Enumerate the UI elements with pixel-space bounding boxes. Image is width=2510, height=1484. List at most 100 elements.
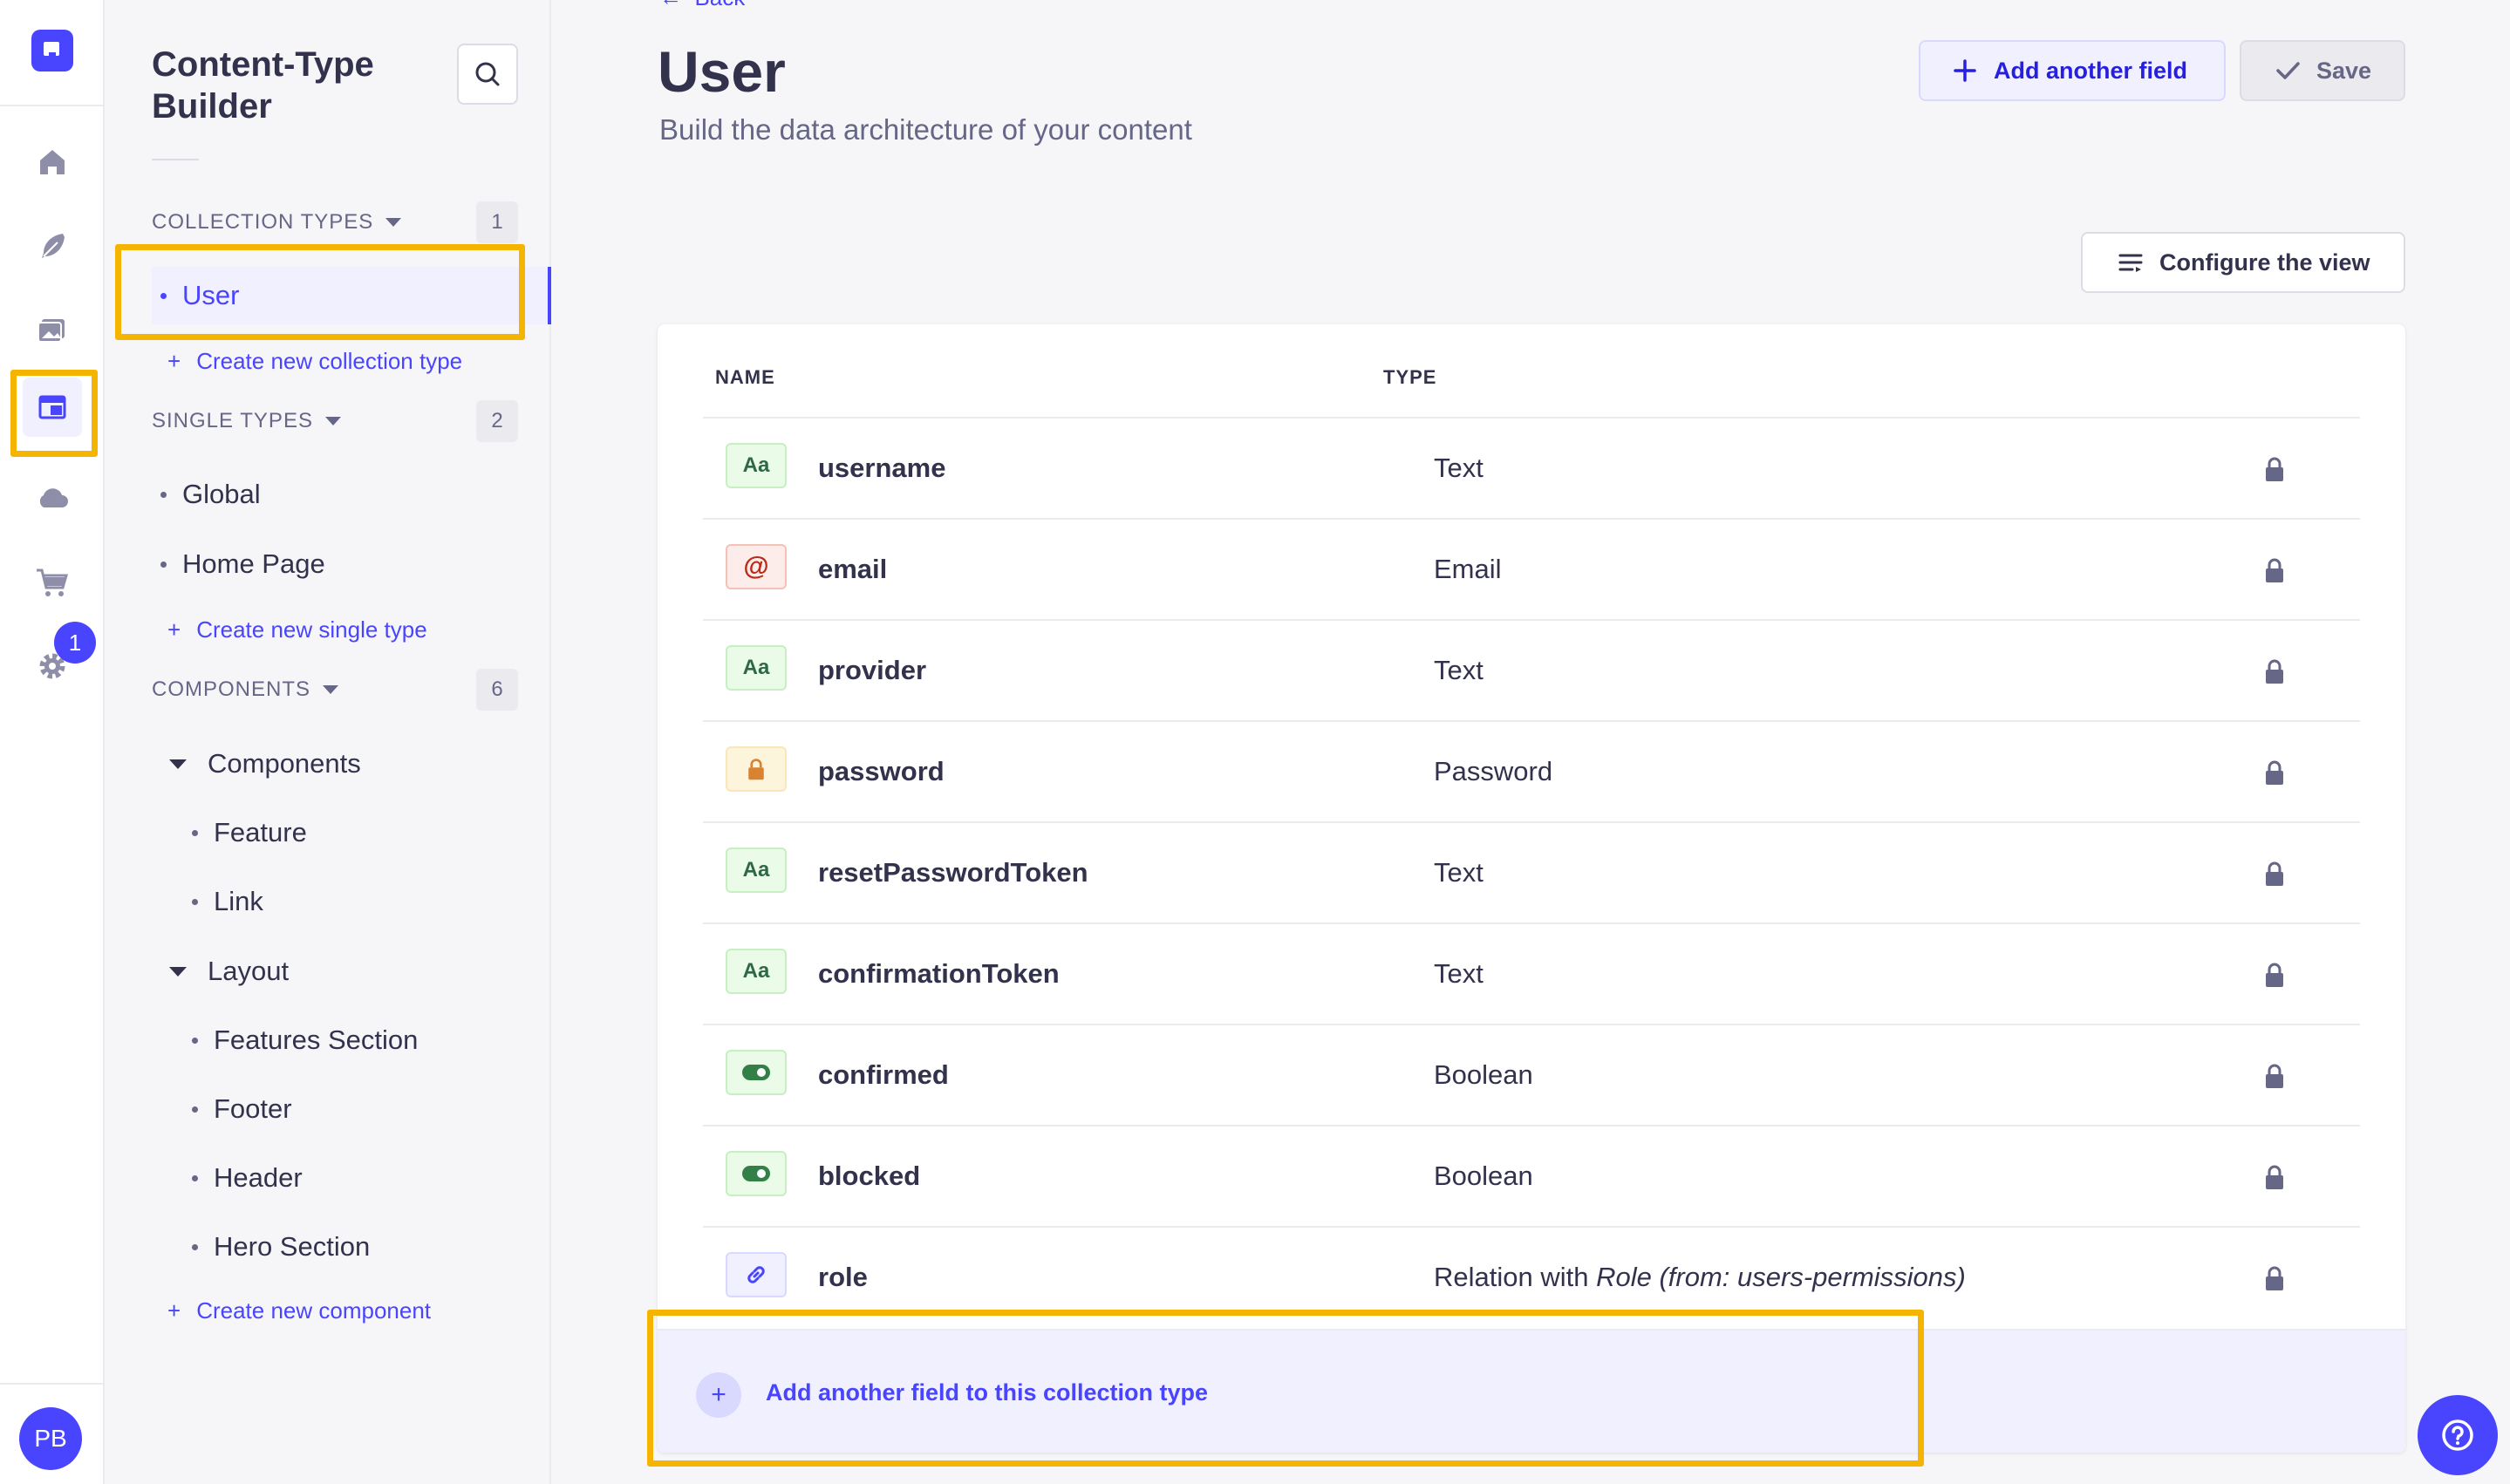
nav-item-label: Features Section <box>214 1025 419 1055</box>
text-field-icon: Aa <box>726 443 787 488</box>
bullet-icon <box>160 491 167 498</box>
add-another-field-button[interactable]: Add another field <box>1919 40 2226 101</box>
field-type: Text <box>1434 958 1483 989</box>
media-icon[interactable] <box>31 309 73 351</box>
create-single-type-link[interactable]: + Create new single type <box>167 612 427 647</box>
table-row[interactable]: password Password <box>703 720 2360 821</box>
lock-icon <box>2266 558 2283 582</box>
page-title: User <box>658 39 786 104</box>
bullet-icon <box>192 1243 198 1250</box>
lock-icon <box>2266 1064 2283 1088</box>
button-label: Configure the view <box>2159 248 2370 276</box>
component-group-layout[interactable]: Layout <box>169 945 289 997</box>
field-type: Email <box>1434 554 1502 584</box>
fields-table-card: NAME TYPE Aa username Text @ email Email… <box>658 324 2405 1453</box>
email-field-icon: @ <box>726 544 787 589</box>
nav-item-feature[interactable]: Feature <box>183 804 532 861</box>
component-group-components[interactable]: Components <box>169 738 361 790</box>
section-label: SINGLE TYPES <box>152 409 313 432</box>
main-nav-rail: 1 PB <box>0 0 105 1484</box>
single-types-count: 2 <box>476 400 518 442</box>
rail-divider-bottom <box>0 1383 105 1385</box>
add-field-footer-button[interactable]: + Add another field to this collection t… <box>658 1329 2405 1453</box>
nav-item-home-page[interactable]: Home Page <box>152 535 551 593</box>
bullet-icon <box>192 1106 198 1113</box>
nav-item-user[interactable]: User <box>152 267 551 324</box>
bullet-icon <box>192 829 198 836</box>
field-name: blocked <box>818 1161 921 1191</box>
subnav-divider <box>152 159 199 160</box>
back-link[interactable]: ← Back <box>659 0 745 11</box>
nav-item-label: User <box>182 280 240 310</box>
subnav-search-button[interactable] <box>457 44 518 105</box>
plus-circle-icon: + <box>696 1372 741 1418</box>
nav-item-hero-section[interactable]: Hero Section <box>183 1218 532 1276</box>
field-type: Text <box>1434 453 1483 483</box>
table-row[interactable]: Aa provider Text <box>703 619 2360 720</box>
configure-view-button[interactable]: Configure the view <box>2081 232 2405 293</box>
nav-item-header[interactable]: Header <box>183 1149 532 1207</box>
table-row[interactable]: Aa username Text <box>703 417 2360 518</box>
field-type: Boolean <box>1434 1161 1533 1191</box>
field-name: username <box>818 453 946 483</box>
table-row[interactable]: Aa confirmationToken Text <box>703 922 2360 1024</box>
components-count: 6 <box>476 669 518 711</box>
question-icon <box>2442 1419 2473 1451</box>
nav-item-features-section[interactable]: Features Section <box>183 1011 532 1069</box>
text-field-icon: Aa <box>726 848 787 893</box>
save-button[interactable]: Save <box>2240 40 2405 101</box>
field-name: email <box>818 554 888 584</box>
collection-types-header[interactable]: COLLECTION TYPES 1 <box>152 201 518 243</box>
nav-item-link[interactable]: Link <box>183 873 532 930</box>
create-link-label: Create new collection type <box>196 347 463 374</box>
button-label: Save <box>2316 57 2372 84</box>
column-header-type: TYPE <box>1383 366 1437 388</box>
field-type: Text <box>1434 655 1483 685</box>
create-component-link[interactable]: + Create new component <box>167 1293 431 1328</box>
bullet-icon <box>192 898 198 905</box>
create-collection-type-link[interactable]: + Create new collection type <box>167 344 462 378</box>
table-row[interactable]: @ email Email <box>703 518 2360 619</box>
nav-item-label: Header <box>214 1162 303 1193</box>
table-row[interactable]: role Relation with Role (from: users-per… <box>703 1226 2360 1327</box>
lock-icon <box>2266 457 2283 481</box>
table-row[interactable]: blocked Boolean <box>703 1125 2360 1226</box>
boolean-field-icon <box>726 1151 787 1196</box>
content-type-builder-icon[interactable] <box>31 386 73 428</box>
triangle-down-icon <box>169 759 187 769</box>
nav-item-label: Footer <box>214 1093 292 1124</box>
section-label: COMPONENTS <box>152 677 311 701</box>
plus-icon: + <box>167 347 181 374</box>
field-name: provider <box>818 655 927 685</box>
bullet-icon <box>192 1174 198 1181</box>
lock-icon <box>2266 659 2283 684</box>
help-button[interactable] <box>2418 1395 2498 1475</box>
create-link-label: Create new single type <box>196 616 427 643</box>
table-row[interactable]: Aa resetPasswordToken Text <box>703 821 2360 922</box>
user-avatar[interactable]: PB <box>19 1407 82 1470</box>
password-field-icon <box>726 746 787 792</box>
components-header[interactable]: COMPONENTS 6 <box>152 669 518 711</box>
back-label: Back <box>694 0 745 10</box>
caret-down-icon <box>324 417 341 425</box>
nav-item-label: Link <box>214 886 263 916</box>
field-name: password <box>818 756 945 786</box>
content-type-subnav: Content-Type Builder COLLECTION TYPES 1 … <box>105 0 551 1484</box>
cloud-icon[interactable] <box>31 478 73 520</box>
text-field-icon: Aa <box>726 645 787 691</box>
cart-icon[interactable] <box>31 562 73 603</box>
single-types-header[interactable]: SINGLE TYPES 2 <box>152 400 518 442</box>
nav-item-label: Hero Section <box>214 1231 371 1262</box>
table-row[interactable]: confirmed Boolean <box>703 1024 2360 1125</box>
home-icon[interactable] <box>31 141 73 183</box>
plus-icon: + <box>167 616 181 643</box>
relation-target: Role (from: users-permissions) <box>1596 1262 1966 1292</box>
field-type: Boolean <box>1434 1059 1533 1090</box>
nav-item-footer[interactable]: Footer <box>183 1080 532 1138</box>
lock-icon <box>2266 1165 2283 1189</box>
logo-icon[interactable] <box>31 30 73 71</box>
lock-icon <box>2266 963 2283 987</box>
feather-icon[interactable] <box>31 225 73 267</box>
bullet-icon <box>160 561 167 568</box>
nav-item-global[interactable]: Global <box>152 466 551 523</box>
